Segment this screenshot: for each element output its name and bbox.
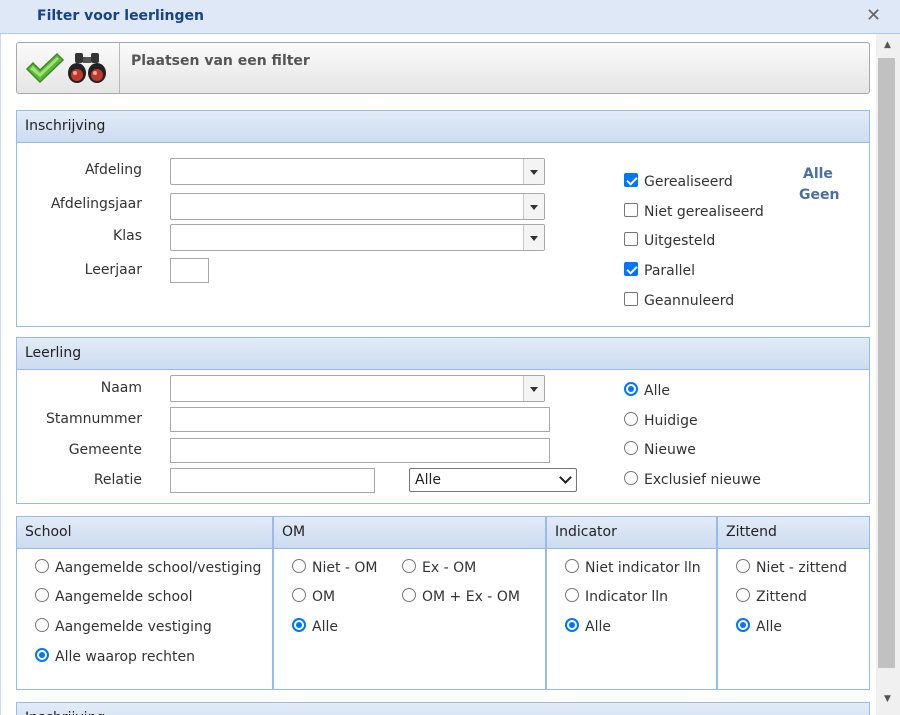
afdeling-combobox[interactable] [170,158,545,185]
label-naam: Naam [100,380,142,396]
panel-header-inschrijving: Inschrijving [17,111,869,143]
panel-om: OM Niet - OM Ex - OM OM OM + Ex - OM All… [273,516,546,690]
radio-indicator-indicator[interactable]: Indicator lln [565,588,668,605]
klas-combobox[interactable] [170,224,545,251]
window-title: Filter voor leerlingen [37,8,205,24]
radio-indicator-alle[interactable]: Alle [565,618,611,635]
check-uitgesteld[interactable]: Uitgesteld [624,232,715,249]
label-leerjaar: Leerjaar [84,262,142,278]
toolbar-label: Plaatsen van een filter [131,53,310,69]
gemeente-input[interactable] [170,438,550,463]
scrollbar-thumb[interactable] [878,58,895,668]
panel-inschrijving: Inschrijving Afdeling Afdelingsjaar Klas… [16,110,870,327]
check-niet-gerealiseerd[interactable]: Niet gerealiseerd [624,203,764,220]
select-none-link[interactable]: Geen [799,187,839,203]
relatie-select[interactable]: Alle [409,468,577,492]
check-parallel[interactable]: Parallel [624,262,695,279]
afdelingsjaar-combobox[interactable] [170,193,545,220]
window-titlebar: Filter voor leerlingen ✕ [0,0,900,34]
radio-om-ex-om[interactable]: Ex - OM [402,559,476,576]
vertical-scrollbar[interactable]: ▲ ▼ [876,34,900,715]
check-gerealiseerd[interactable]: Gerealiseerd [624,173,733,190]
radio-om-om[interactable]: OM [292,588,335,605]
label-stamnummer: Stamnummer [46,411,142,427]
chevron-down-icon [559,471,572,484]
radio-leerling-alle[interactable]: Alle [624,382,670,399]
chevron-down-icon[interactable] [523,225,544,250]
label-relatie: Relatie [93,472,142,488]
radio-zittend-zittend[interactable]: Zittend [736,588,807,605]
radio-school-aangemelde-school[interactable]: Aangemelde school [35,588,193,605]
leerjaar-input[interactable] [170,258,209,283]
radio-zittend-alle[interactable]: Alle [736,618,782,635]
panel-header-next: Inschrijving [17,703,869,715]
radio-school-alle-waarop-rechten[interactable]: Alle waarop rechten [35,648,195,665]
select-all-link[interactable]: Alle [803,166,833,182]
radio-leerling-huidige[interactable]: Huidige [624,412,698,429]
radio-om-alle[interactable]: Alle [292,618,338,635]
panel-school: School Aangemelde school/vestiging Aange… [16,516,273,690]
label-afdelingsjaar: Afdelingsjaar [50,196,142,212]
check-geannuleerd[interactable]: Geannuleerd [624,292,734,309]
radio-leerling-exclusief-nieuwe[interactable]: Exclusief nieuwe [624,471,761,488]
panel-leerling: Leerling Naam Stamnummer Gemeente Relati… [16,337,870,504]
chevron-down-icon[interactable] [523,159,544,184]
label-klas: Klas [113,228,142,244]
label-afdeling: Afdeling [84,162,142,178]
panel-next: Inschrijving [16,702,870,715]
panel-header-zittend: Zittend [718,517,869,549]
chevron-down-icon[interactable] [523,194,544,219]
naam-combobox[interactable] [170,375,545,402]
close-icon[interactable]: ✕ [866,5,881,26]
apply-filter-button[interactable] [17,43,120,93]
stamnummer-input[interactable] [170,407,550,432]
panel-header-leerling: Leerling [17,338,869,370]
panel-header-indicator: Indicator [547,517,716,549]
radio-school-aangemelde-school-vestiging[interactable]: Aangemelde school/vestiging [35,559,261,576]
binoculars-icon [68,53,106,83]
check-icon [25,52,65,84]
panel-header-school: School [17,517,272,549]
panel-indicator: Indicator Niet indicator lln Indicator l… [546,516,717,690]
radio-zittend-niet-zittend[interactable]: Niet - zittend [736,559,847,576]
panel-zittend: Zittend Niet - zittend Zittend Alle [717,516,870,690]
scroll-down-icon[interactable]: ▼ [884,694,891,704]
radio-om-om-ex-om[interactable]: OM + Ex - OM [402,588,520,605]
dialog-content: Plaatsen van een filter Inschrijving Afd… [0,34,876,715]
relatie-input[interactable] [170,468,375,493]
filter-toolbar: Plaatsen van een filter [16,42,870,94]
radio-leerling-nieuwe[interactable]: Nieuwe [624,441,696,458]
radio-school-aangemelde-vestiging[interactable]: Aangemelde vestiging [35,618,212,635]
radio-indicator-niet-indicator[interactable]: Niet indicator lln [565,559,701,576]
radio-om-niet-om[interactable]: Niet - OM [292,559,378,576]
label-gemeente: Gemeente [68,442,142,458]
chevron-down-icon[interactable] [523,376,544,401]
scroll-up-icon[interactable]: ▲ [884,40,891,50]
panel-header-om: OM [274,517,545,549]
